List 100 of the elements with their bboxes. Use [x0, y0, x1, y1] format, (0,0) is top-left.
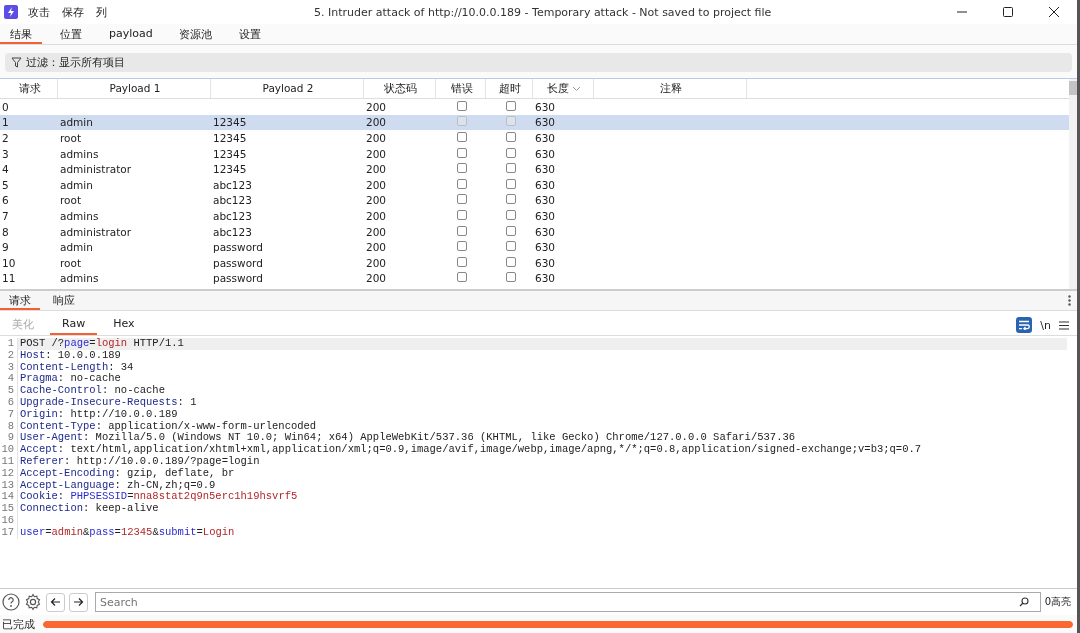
- tab[interactable]: Raw: [50, 315, 98, 335]
- table-cell-text: 630: [534, 163, 557, 176]
- menu-item[interactable]: 列: [96, 4, 107, 20]
- app-logo-icon: [4, 5, 18, 19]
- tab[interactable]: 设置: [228, 24, 271, 44]
- table-cell-text: 630: [534, 132, 557, 144]
- table-cell-text: root: [59, 256, 83, 269]
- tab[interactable]: payload: [100, 24, 162, 44]
- filter-icon: [11, 57, 22, 68]
- table-cell-text: 12345: [212, 132, 248, 144]
- code-line: Host: 10.0.0.189: [19, 349, 122, 362]
- table-row[interactable]: 4 administrator 12345 200 630: [0, 161, 1069, 177]
- table-cell-text: 200: [365, 194, 388, 207]
- code-line: Content-Type: application/x-www-form-urlencoded: [19, 420, 318, 432]
- line-number: 2: [0, 349, 18, 362]
- column-header[interactable]: Payload 1: [58, 79, 211, 98]
- table-row[interactable]: 11 admins password 200 630: [0, 270, 1069, 287]
- back-button[interactable]: [46, 592, 65, 612]
- tab[interactable]: 位置: [50, 24, 92, 44]
- table-cell-text: 9: [1, 241, 10, 254]
- code-line: Pragma: no-cache: [19, 373, 122, 385]
- table-cell-text: 6: [1, 194, 10, 207]
- code-line: Accept-Language: zh-CN,zh;q=0.9: [19, 479, 217, 491]
- forward-button[interactable]: [69, 592, 88, 612]
- tab[interactable]: 资源池: [169, 24, 221, 44]
- code-line: Upgrade-Insecure-Requests: 1: [19, 397, 198, 409]
- table-cell-text: admins: [59, 147, 100, 160]
- menu-icon[interactable]: [1059, 320, 1069, 330]
- line-number: 3: [0, 361, 18, 374]
- table-cell-text: 0: [1, 100, 10, 113]
- column-header[interactable]: 超时: [486, 79, 533, 98]
- more-options-icon[interactable]: [1068, 295, 1071, 306]
- table-cell-text: 630: [534, 194, 557, 207]
- menu-item[interactable]: 保存: [62, 4, 84, 20]
- table-cell-text: administrator: [59, 163, 132, 176]
- right-arrow-icon: [73, 597, 84, 607]
- table-row[interactable]: 0 200 630: [0, 99, 1069, 115]
- tab[interactable]: 请求: [0, 291, 40, 310]
- column-header[interactable]: 请求: [0, 79, 58, 98]
- table-cell-text: 7: [1, 209, 10, 222]
- table-cell-text: 630: [534, 116, 557, 129]
- table-cell-text: 2: [1, 132, 10, 144]
- table-cell-text: root: [59, 132, 83, 144]
- settings-icon[interactable]: [24, 593, 42, 611]
- table-cell-text: password: [212, 241, 264, 254]
- code-line: Origin: http://10.0.0.189: [19, 408, 179, 421]
- table-cell-text: 12345: [212, 163, 248, 176]
- table-row[interactable]: 5 admin abc123 200 630: [0, 176, 1069, 193]
- filter-label: 过滤：显示所有项目: [26, 55, 125, 70]
- table-cell-text: 11: [1, 272, 17, 285]
- column-header[interactable]: 长度: [533, 79, 594, 98]
- line-number: 14: [0, 491, 18, 504]
- line-number: 11: [0, 455, 18, 468]
- table-cell-text: abc123: [212, 225, 253, 238]
- column-header[interactable]: 错误: [436, 79, 486, 98]
- table-cell-text: admin: [59, 116, 94, 129]
- line-number: 16: [0, 514, 18, 527]
- left-arrow-icon: [50, 597, 61, 607]
- scrollbar-thumb[interactable]: [1069, 81, 1077, 95]
- newline-toggle[interactable]: \n: [1040, 318, 1051, 332]
- table-cell-text: abc123: [212, 209, 253, 222]
- table-cell-text: 5: [1, 178, 10, 191]
- table-row[interactable]: 10 root password 200 630: [0, 254, 1069, 271]
- filter-bar[interactable]: 过滤：显示所有项目: [5, 53, 1072, 72]
- table-row[interactable]: 1 admin 12345 200 630: [0, 114, 1069, 131]
- line-number: 6: [0, 397, 18, 409]
- table-row[interactable]: 8 administrator abc123 200 630: [0, 223, 1069, 240]
- code-line: Accept: text/html,application/xhtml+xml,application/xml;q=0.9,image/avif,image/webp,image/apng,*/*;q=0.8,application/signed-exchange;v=b3;q=0.7: [19, 444, 923, 456]
- tab[interactable]: Hex: [101, 315, 147, 335]
- table-row[interactable]: 9 admin password 200 630: [0, 239, 1069, 255]
- search-field[interactable]: Search: [95, 592, 1041, 612]
- table-cell-text: 200: [365, 272, 388, 285]
- column-header[interactable]: 状态码: [364, 79, 436, 98]
- table-cell-text: 630: [534, 225, 557, 238]
- code-line: Referer: http://10.0.0.189/?page=login: [19, 455, 261, 468]
- table-cell-text: root: [59, 194, 83, 207]
- help-icon[interactable]: [2, 593, 20, 611]
- tab[interactable]: 响应: [44, 291, 84, 310]
- table-cell-text: 4: [1, 163, 10, 176]
- column-header[interactable]: Payload 2: [211, 79, 364, 98]
- line-number: 10: [0, 444, 18, 456]
- table-row[interactable]: 6 root abc123 200 630: [0, 192, 1069, 209]
- window-title: 5. Intruder attack of http://10.0.0.189 - Temporary attack - Not saved to project file: [314, 5, 773, 19]
- table-row[interactable]: 3 admins 12345 200 630: [0, 145, 1069, 162]
- menu-item[interactable]: 攻击: [28, 4, 50, 20]
- table-cell-text: 3: [1, 147, 10, 160]
- table-cell-text: 12345: [212, 116, 248, 129]
- code-line: Connection: keep-alive: [19, 503, 160, 515]
- table-cell-text: admin: [59, 178, 94, 191]
- word-wrap-button[interactable]: [1016, 317, 1033, 333]
- table-row[interactable]: 2 root 12345 200 630: [0, 130, 1069, 146]
- table-cell-text: 630: [534, 147, 557, 160]
- column-header[interactable]: 注释: [594, 79, 747, 98]
- line-number: 9: [0, 432, 18, 445]
- table-row[interactable]: 7 admins abc123 200 630: [0, 208, 1069, 224]
- table-cell-text: 200: [365, 100, 388, 113]
- scrollbar[interactable]: [1069, 79, 1077, 289]
- table-cell-text: 200: [365, 256, 388, 269]
- table-cell-text: admins: [59, 209, 100, 222]
- match-count: 0高亮: [1044, 595, 1071, 609]
